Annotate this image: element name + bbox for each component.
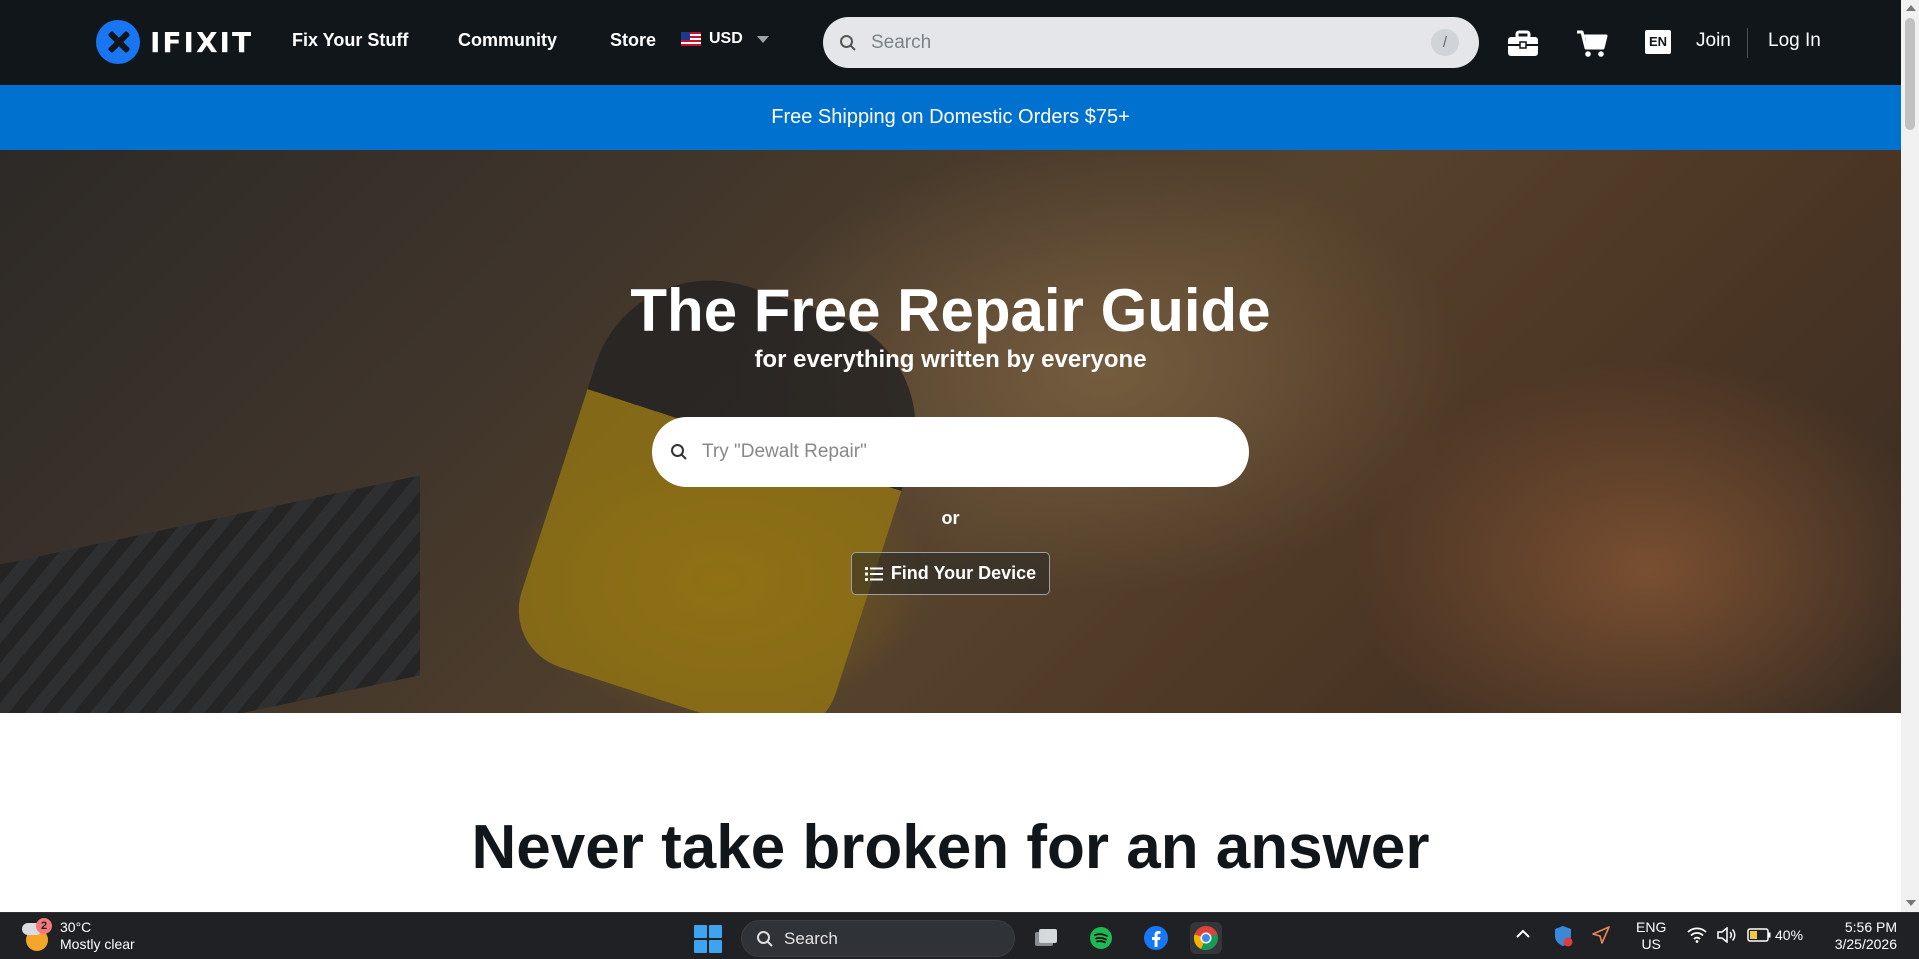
ifixit-logo[interactable]: IFIXIT <box>96 20 253 64</box>
input-language-indicator[interactable]: ENG US <box>1636 919 1666 953</box>
security-shield-icon[interactable] <box>1553 925 1573 947</box>
clock-date: 3/25/2026 <box>1834 936 1897 952</box>
hero-search <box>652 417 1249 487</box>
us-flag-icon <box>681 32 701 46</box>
battery-icon <box>1747 928 1771 942</box>
language-selector[interactable]: EN <box>1645 30 1671 54</box>
weather-condition: Mostly clear <box>60 936 135 952</box>
chevron-down-icon <box>756 35 769 43</box>
weather-badge: 2 <box>36 918 52 934</box>
toolbox-button[interactable] <box>1503 24 1543 64</box>
weather-moon-icon: 2 <box>22 918 52 951</box>
scroll-down-icon[interactable] <box>1906 900 1916 906</box>
currency-selector[interactable]: USD <box>681 30 769 48</box>
scroll-up-icon[interactable] <box>1906 5 1916 11</box>
chrome-icon[interactable] <box>1190 922 1222 954</box>
taskbar-search[interactable]: Search <box>741 920 1015 957</box>
logo-text: IFIXIT <box>150 25 254 59</box>
find-your-device-label: Find Your Device <box>890 563 1037 583</box>
spotify-icon[interactable] <box>1085 922 1117 954</box>
nav-fix-your-stuff[interactable]: Fix Your Stuff <box>292 30 408 51</box>
nav-community[interactable]: Community <box>458 30 557 51</box>
join-link[interactable]: Join <box>1696 30 1731 52</box>
hero-title: The Free Repair Guide <box>630 277 1271 344</box>
top-navigation: IFIXIT Fix Your Stuff Community Store US… <box>0 0 1901 85</box>
wifi-icon[interactable] <box>1687 927 1707 943</box>
search-icon <box>757 930 773 947</box>
battery-percent: 40% <box>1775 927 1804 943</box>
language-primary: ENG <box>1636 919 1667 935</box>
section-title: Never take broken for an answer <box>471 813 1430 882</box>
page-scrollbar[interactable] <box>1901 0 1919 912</box>
scroll-thumb[interactable] <box>1905 18 1915 130</box>
language-secondary: US <box>1641 936 1661 952</box>
facebook-icon[interactable] <box>1140 922 1172 954</box>
search-icon <box>840 34 856 51</box>
chevron-up-icon[interactable] <box>1516 929 1530 939</box>
find-your-device-button[interactable]: Find Your Device <box>851 552 1050 595</box>
cart-icon <box>1577 30 1608 57</box>
free-shipping-banner[interactable]: Free Shipping on Domestic Orders $75+ <box>0 85 1901 150</box>
taskbar-search-label: Search <box>784 928 838 948</box>
hero-search-input[interactable] <box>702 441 1222 463</box>
nav-divider <box>1747 28 1748 58</box>
hero-content: The Free Repair Guide for everything wri… <box>0 150 1901 713</box>
task-view-icon[interactable] <box>1030 922 1062 954</box>
battery-indicator[interactable]: 40% <box>1747 927 1803 943</box>
hero-subtitle: for everything written by everyone <box>754 346 1147 373</box>
list-icon <box>864 566 883 581</box>
weather-text: 30°C Mostly clear <box>60 919 135 953</box>
banner-text: Free Shipping on Domestic Orders $75+ <box>771 106 1130 128</box>
hero-section: The Free Repair Guide for everything wri… <box>0 150 1901 713</box>
cart-button[interactable] <box>1572 24 1612 64</box>
location-arrow-icon[interactable] <box>1592 926 1610 944</box>
ifixit-logo-icon <box>96 20 140 64</box>
windows-start-icon[interactable] <box>694 925 722 953</box>
clock-time: 5:56 PM <box>1844 919 1897 935</box>
header-search: / <box>823 17 1479 68</box>
windows-taskbar: 2 30°C Mostly clear Search ENG US 40% 5:… <box>0 912 1919 959</box>
currency-label: USD <box>709 30 743 47</box>
volume-icon[interactable] <box>1716 927 1736 943</box>
taskbar-clock[interactable]: 5:56 PM 3/25/2026 <box>1827 919 1897 953</box>
nav-store[interactable]: Store <box>610 30 656 51</box>
search-icon <box>671 444 687 460</box>
weather-temperature: 30°C <box>60 919 92 935</box>
login-link[interactable]: Log In <box>1768 30 1821 52</box>
toolbox-icon <box>1508 30 1538 56</box>
weather-widget[interactable]: 2 30°C Mostly clear <box>22 918 135 953</box>
search-shortcut-hint: / <box>1431 29 1459 56</box>
hero-or-text: or <box>941 508 960 528</box>
header-search-input[interactable] <box>871 31 1431 54</box>
